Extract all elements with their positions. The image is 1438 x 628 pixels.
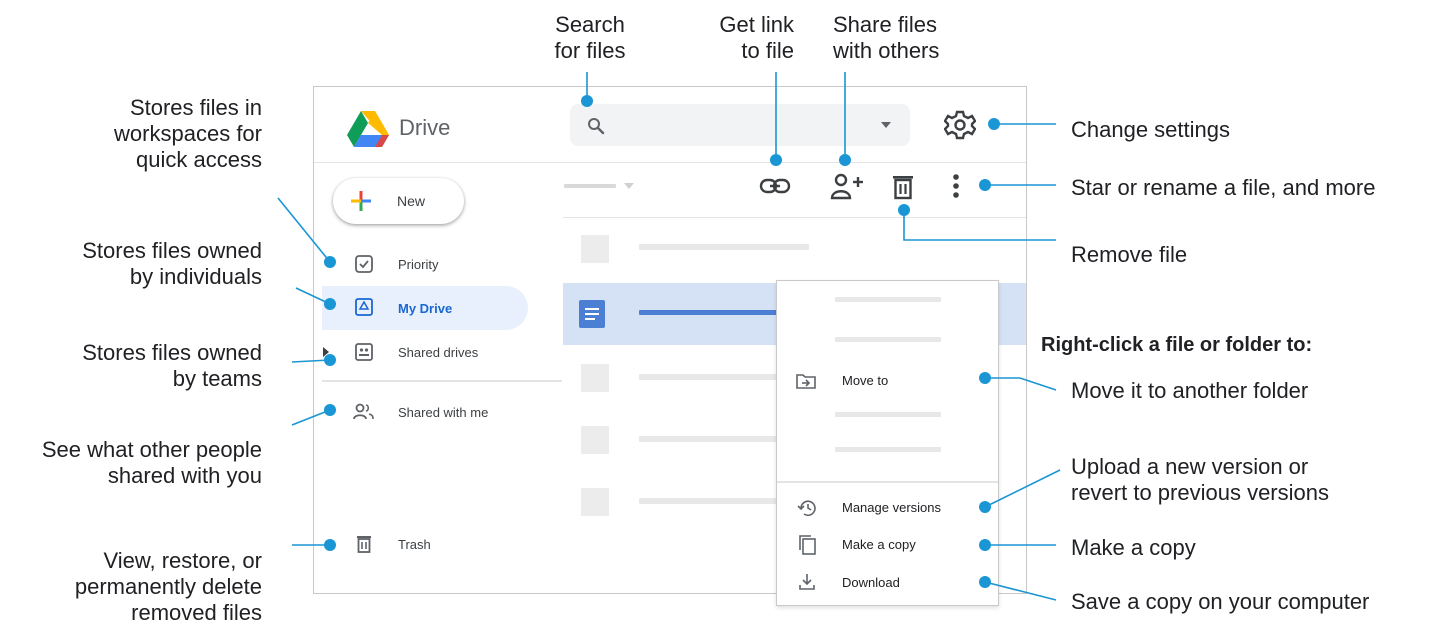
sidebar-item-label: Shared drives [398, 345, 479, 360]
menu-divider [777, 481, 998, 483]
callout-teams: Stores files owned by teams [82, 340, 262, 391]
history-icon [797, 500, 816, 517]
sort-chevron-icon[interactable] [624, 183, 634, 189]
my-drive-icon [355, 298, 373, 316]
file-icon-placeholder [581, 235, 609, 263]
sidebar-item-trash[interactable]: Trash [322, 527, 528, 561]
sidebar-item-label: My Drive [398, 301, 453, 316]
header-divider [314, 162, 1026, 163]
search-options-chevron-icon[interactable] [881, 122, 891, 128]
callout-shared: See what other people shared with you [41, 437, 262, 488]
search-bar[interactable] [570, 104, 910, 146]
priority-check-icon [355, 255, 373, 273]
callout-more: Star or rename a file, and more [1071, 175, 1376, 200]
sidebar-item-priority[interactable]: Priority [322, 247, 527, 281]
file-name-placeholder [639, 374, 779, 380]
download-icon [799, 574, 815, 590]
callout-right-click-heading: Right-click a file or folder to: [1041, 334, 1313, 356]
menu-placeholder [835, 447, 941, 452]
menu-item-make-a-copy[interactable]: Make a copy [777, 530, 998, 560]
sidebar-item-label: Priority [398, 257, 439, 272]
sidebar-item-shared-with-me[interactable]: Shared with me [322, 395, 528, 429]
plus-icon [351, 191, 371, 211]
file-icon-placeholder [581, 364, 609, 392]
callout-download: Save a copy on your computer [1071, 589, 1370, 614]
callout-remove: Remove file [1071, 242, 1188, 267]
sidebar-item-label: Trash [398, 537, 431, 552]
callout-workspaces: Stores files in workspaces for quick acc… [114, 95, 262, 172]
sidebar-item-shared-drives[interactable]: Shared drives [322, 335, 528, 369]
callout-trash: View, restore, or permanently delete rem… [74, 548, 262, 625]
callout-settings: Change settings [1071, 117, 1230, 142]
menu-placeholder [835, 297, 941, 302]
sidebar-divider [322, 380, 562, 382]
menu-item-label: Manage versions [842, 500, 941, 515]
settings-gear-icon[interactable] [944, 109, 976, 141]
menu-item-manage-versions[interactable]: Manage versions [777, 493, 998, 523]
menu-placeholder [835, 337, 941, 342]
callout-share: Share files with others [833, 12, 940, 63]
callout-move: Move it to another folder [1071, 378, 1309, 403]
menu-item-label: Make a copy [842, 537, 916, 552]
file-icon-placeholder [581, 488, 609, 516]
file-name-placeholder [639, 310, 799, 315]
file-name-placeholder [639, 498, 779, 504]
link-icon[interactable] [759, 176, 791, 196]
search-input[interactable] [614, 112, 868, 140]
menu-item-label: Download [842, 575, 900, 590]
menu-item-move-to[interactable]: Move to [777, 365, 998, 397]
callout-get-link: Get link to file [719, 12, 794, 63]
menu-placeholder [835, 412, 941, 417]
move-folder-icon [796, 374, 816, 389]
sort-placeholder[interactable] [564, 184, 616, 188]
people-icon [353, 403, 374, 420]
shared-drives-icon [355, 343, 373, 361]
drive-logo-icon [347, 111, 389, 147]
file-name-placeholder [639, 244, 809, 250]
callout-versions: Upload a new version or revert to previo… [1071, 454, 1329, 505]
trash-icon [357, 536, 371, 553]
sidebar-item-my-drive[interactable]: My Drive [322, 286, 528, 330]
sidebar-item-label: Shared with me [398, 405, 489, 420]
delete-trash-icon[interactable] [892, 174, 914, 200]
more-options-icon[interactable] [952, 173, 960, 199]
menu-item-label: Move to [842, 373, 889, 388]
file-icon-placeholder [581, 426, 609, 454]
file-name-placeholder [639, 436, 779, 442]
app-title: Drive [399, 115, 451, 140]
share-add-person-icon[interactable] [830, 172, 864, 200]
copy-icon [799, 535, 816, 555]
expand-arrow-icon[interactable] [323, 347, 329, 357]
toolbar-divider [563, 217, 1026, 218]
new-button[interactable]: New [333, 178, 464, 224]
file-row[interactable] [563, 232, 1026, 266]
search-icon [588, 118, 605, 135]
callout-individuals: Stores files owned by individuals [82, 238, 262, 289]
callout-copy: Make a copy [1071, 535, 1196, 560]
callout-search: Search for files [554, 12, 626, 63]
context-menu: Move to Manage versions Make a copy Down… [776, 280, 999, 606]
document-icon [579, 300, 605, 328]
new-button-label: New [397, 193, 426, 209]
menu-item-download[interactable]: Download [777, 568, 998, 598]
